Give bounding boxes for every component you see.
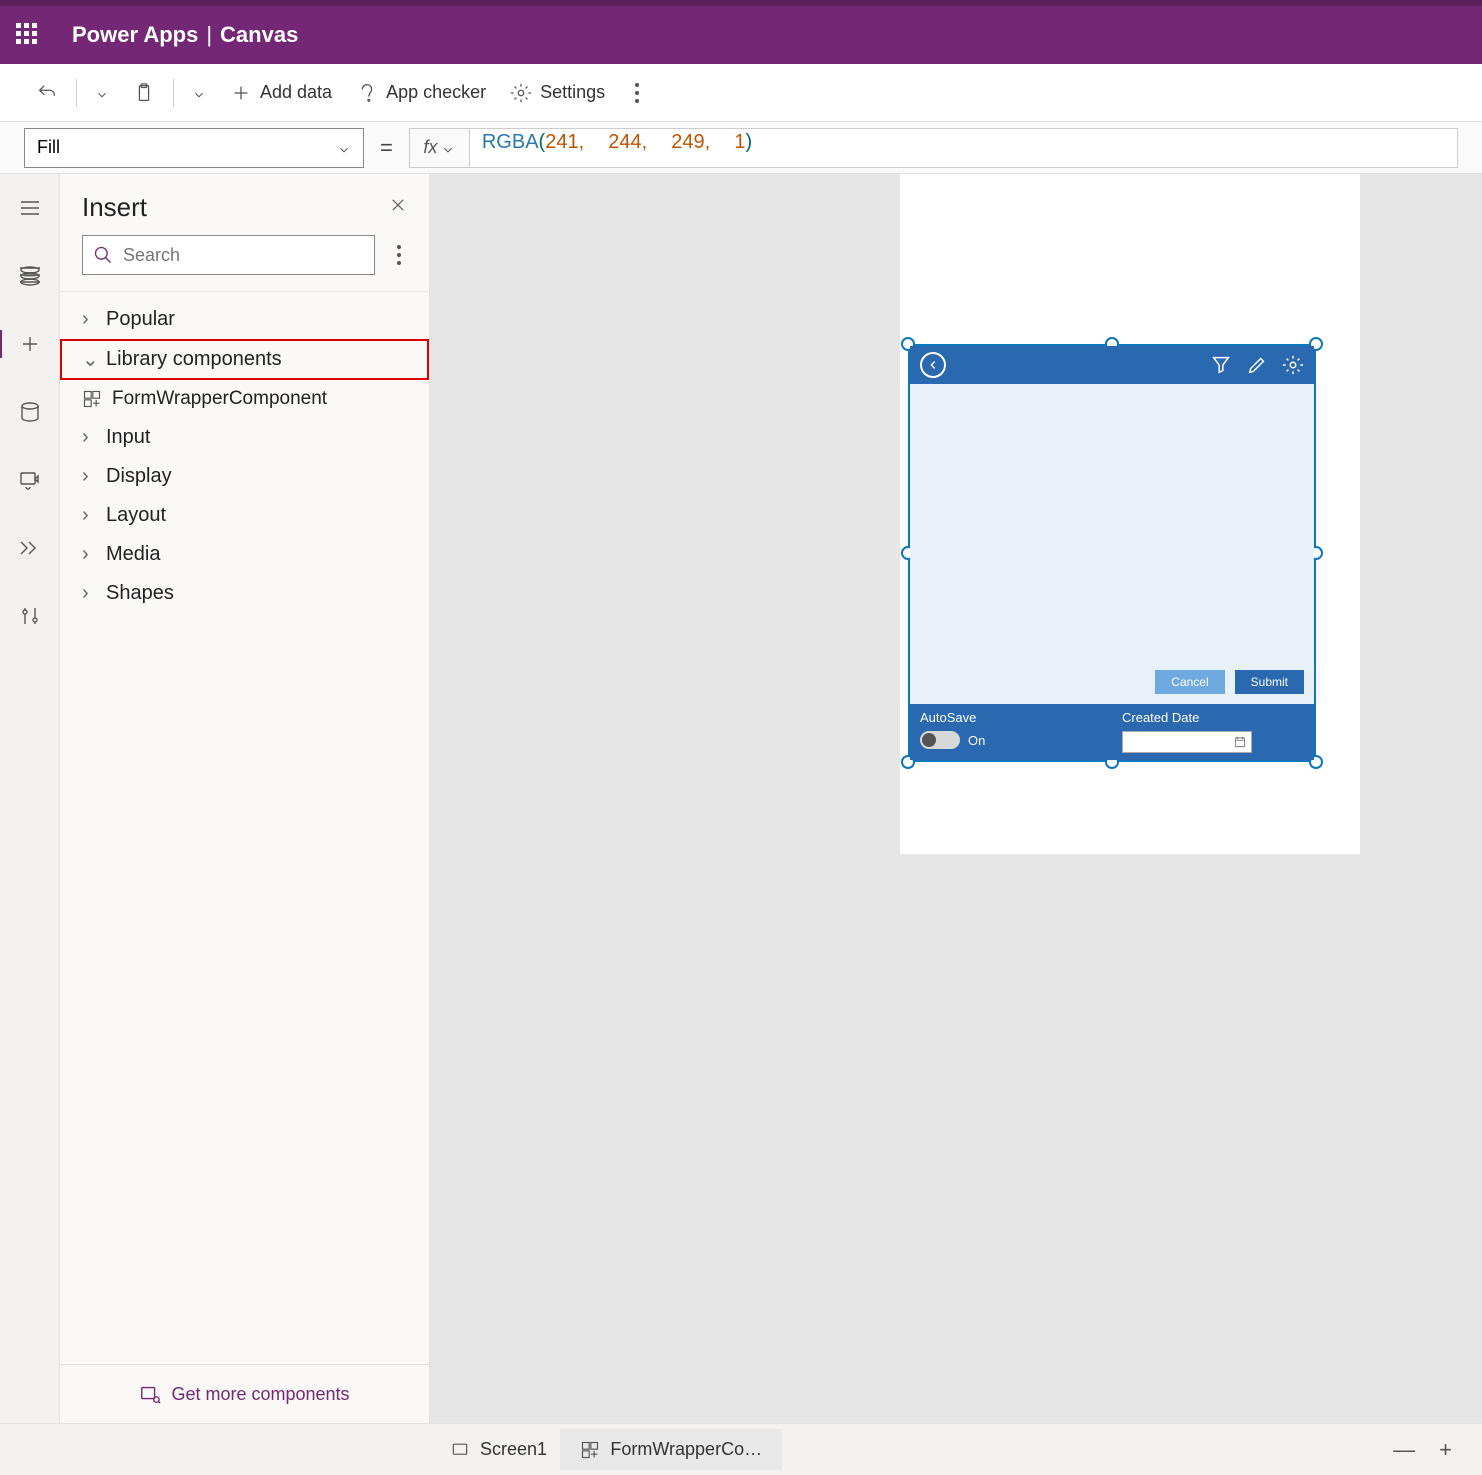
component-bottombar: AutoSave On Created Date — [910, 704, 1314, 760]
main-area: Insert ›Popular ⌄Library components Form… — [0, 174, 1482, 1423]
panel-title: Insert — [82, 192, 147, 223]
component-formwrapper[interactable]: FormWrapperComponent — [60, 380, 429, 418]
paste-button[interactable] — [121, 76, 167, 110]
category-popular[interactable]: ›Popular — [60, 300, 429, 339]
category-layout[interactable]: ›Layout — [60, 496, 429, 535]
search-input[interactable] — [82, 235, 375, 275]
canvas[interactable]: Cancel Submit AutoSave On Created Date — [430, 174, 1482, 1423]
calendar-icon — [1233, 735, 1247, 749]
createddate-label: Created Date — [1122, 710, 1304, 725]
flow-button[interactable] — [12, 530, 48, 566]
autosave-value: On — [968, 733, 985, 748]
header-title: Power Apps|Canvas — [72, 22, 298, 48]
equals-sign: = — [380, 135, 393, 161]
back-button[interactable] — [920, 352, 946, 378]
gear-icon[interactable] — [1282, 354, 1304, 376]
get-more-components-link[interactable]: Get more components — [139, 1383, 349, 1405]
selected-component[interactable]: Cancel Submit AutoSave On Created Date — [908, 344, 1316, 762]
tree-view-button[interactable] — [12, 258, 48, 294]
data-button[interactable] — [12, 394, 48, 430]
panel-footer: Get more components — [60, 1364, 429, 1423]
edit-icon[interactable] — [1246, 354, 1268, 376]
hamburger-button[interactable] — [12, 190, 48, 226]
property-selector[interactable]: Fill — [24, 128, 364, 168]
settings-button[interactable]: Settings — [498, 76, 617, 110]
createddate-input[interactable] — [1122, 731, 1252, 753]
undo-dropdown[interactable] — [83, 80, 121, 106]
autosave-label: AutoSave — [920, 710, 1102, 725]
category-shapes[interactable]: ›Shapes — [60, 574, 429, 613]
undo-button[interactable] — [24, 76, 70, 110]
left-rail — [0, 174, 60, 1423]
category-input[interactable]: ›Input — [60, 418, 429, 457]
formula-bar: Fill = fx RGBA(241, 244, 249, 1) — [0, 122, 1482, 174]
component-body: Cancel Submit AutoSave On Created Date — [910, 346, 1314, 760]
filter-icon[interactable] — [1210, 354, 1232, 376]
add-data-button[interactable]: Add data — [218, 76, 344, 110]
toolbar-overflow[interactable] — [617, 71, 657, 115]
zoom-out-button[interactable]: — — [1393, 1437, 1415, 1463]
app-header: Power Apps|Canvas — [0, 0, 1482, 64]
panel-overflow[interactable] — [391, 239, 407, 271]
category-media[interactable]: ›Media — [60, 535, 429, 574]
category-display[interactable]: ›Display — [60, 457, 429, 496]
zoom-in-button[interactable]: + — [1439, 1437, 1452, 1463]
fx-button[interactable]: fx — [409, 128, 469, 168]
breadcrumb-screen[interactable]: Screen1 — [430, 1429, 567, 1470]
insert-panel: Insert ›Popular ⌄Library components Form… — [60, 174, 430, 1423]
insert-category-list: ›Popular ⌄Library components FormWrapper… — [60, 291, 429, 621]
component-topbar — [910, 346, 1314, 384]
zoom-controls: — + — [1393, 1437, 1452, 1463]
breadcrumb-component[interactable]: FormWrapperCo… — [560, 1429, 782, 1470]
autosave-toggle[interactable] — [920, 731, 960, 749]
waffle-icon[interactable] — [16, 23, 40, 47]
formula-input[interactable]: RGBA(241, 244, 249, 1) — [469, 128, 1458, 168]
category-library-components[interactable]: ⌄Library components — [60, 339, 429, 380]
component-form-area: Cancel Submit — [910, 384, 1314, 704]
close-panel-button[interactable] — [389, 196, 407, 220]
paste-dropdown[interactable] — [180, 80, 218, 106]
toolbar: Add data App checker Settings — [0, 64, 1482, 122]
component-icon — [82, 389, 102, 409]
tools-button[interactable] — [12, 598, 48, 634]
cancel-button[interactable]: Cancel — [1155, 670, 1224, 694]
app-checker-button[interactable]: App checker — [344, 76, 498, 110]
search-icon — [93, 245, 113, 265]
bottom-breadcrumb-bar: Screen1 › FormWrapperCo… — + — [0, 1423, 1482, 1475]
media-button[interactable] — [12, 462, 48, 498]
submit-button[interactable]: Submit — [1235, 670, 1304, 694]
insert-button[interactable] — [12, 326, 48, 362]
